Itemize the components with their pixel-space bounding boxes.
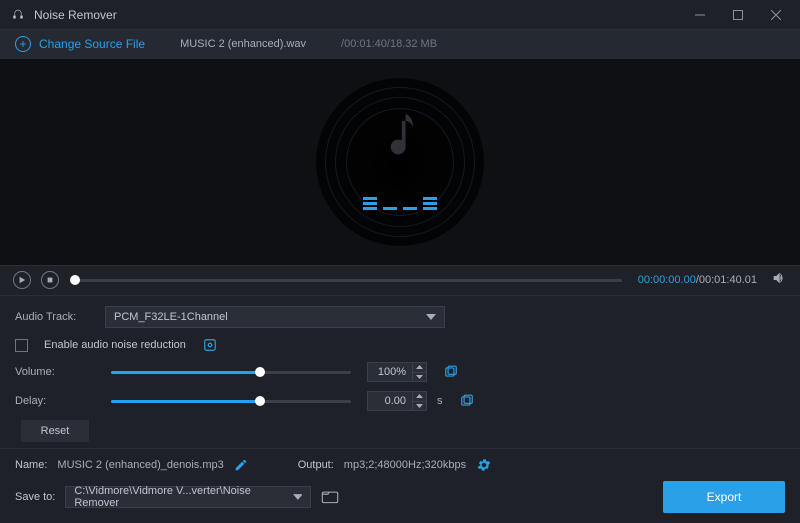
noise-reduction-label: Enable audio noise reduction: [44, 339, 186, 351]
saveto-value: C:\Vidmore\Vidmore V...verter\Noise Remo…: [74, 485, 292, 509]
volume-up-icon[interactable]: [413, 362, 426, 373]
reset-button[interactable]: Reset: [21, 420, 89, 442]
delay-spinner[interactable]: 0.00: [367, 391, 427, 411]
titlebar: Noise Remover: [0, 0, 800, 30]
progress-slider[interactable]: [75, 279, 622, 282]
source-info: /00:01:40/18.32 MB: [341, 38, 437, 50]
export-button[interactable]: Export: [663, 481, 785, 513]
app-title: Noise Remover: [34, 8, 681, 22]
volume-spinner[interactable]: 100%: [367, 362, 427, 382]
volume-slider[interactable]: [111, 371, 351, 374]
volume-label: Volume:: [15, 366, 95, 378]
delay-value: 0.00: [368, 395, 412, 407]
app-logo-icon: [10, 7, 26, 23]
delay-down-icon[interactable]: [413, 402, 426, 412]
output-label: Output:: [298, 459, 334, 471]
source-filename: MUSIC 2 (enhanced).wav: [180, 38, 306, 50]
maximize-button[interactable]: [719, 0, 757, 30]
saveto-select[interactable]: C:\Vidmore\Vidmore V...verter\Noise Remo…: [65, 486, 311, 508]
plus-icon: +: [15, 36, 31, 52]
source-bar: + Change Source File MUSIC 2 (enhanced).…: [0, 30, 800, 59]
name-label: Name:: [15, 459, 47, 471]
chevron-down-icon: [426, 314, 436, 320]
playback-bar: 00:00:00.00/00:01:40.01: [0, 265, 800, 295]
audio-track-select[interactable]: PCM_F32LE-1Channel: [105, 306, 445, 328]
vinyl-graphic: [316, 78, 484, 246]
open-folder-icon[interactable]: [321, 490, 339, 504]
edit-name-icon[interactable]: [234, 458, 248, 472]
delay-label: Delay:: [15, 395, 95, 407]
music-note-icon: [381, 110, 419, 162]
delay-unit: s: [437, 395, 443, 407]
volume-down-icon[interactable]: [413, 373, 426, 383]
saveto-label: Save to:: [15, 491, 55, 503]
close-button[interactable]: [757, 0, 795, 30]
volume-icon[interactable]: [771, 270, 787, 291]
change-source-label: Change Source File: [39, 37, 145, 51]
equalizer-icon: [363, 197, 437, 210]
noise-reduction-settings-icon[interactable]: [202, 337, 218, 353]
output-settings-icon[interactable]: [476, 457, 492, 473]
settings-panel: Audio Track: PCM_F32LE-1Channel Enable a…: [0, 295, 800, 448]
minimize-button[interactable]: [681, 0, 719, 30]
time-total: /00:01:40.01: [696, 274, 757, 286]
audio-track-value: PCM_F32LE-1Channel: [114, 311, 228, 323]
noise-reduction-checkbox[interactable]: [15, 339, 28, 352]
delay-sync-icon[interactable]: [459, 393, 475, 409]
audio-track-label: Audio Track:: [15, 311, 95, 323]
app-window: Noise Remover + Change Source File MUSIC…: [0, 0, 800, 523]
volume-sync-icon[interactable]: [443, 364, 459, 380]
change-source-button[interactable]: + Change Source File: [15, 36, 145, 52]
volume-value: 100%: [368, 366, 412, 378]
time-display: 00:00:00.00/00:01:40.01: [638, 274, 757, 286]
delay-slider[interactable]: [111, 400, 351, 403]
preview-area: [0, 59, 800, 265]
name-value: MUSIC 2 (enhanced)_denois.mp3: [57, 459, 223, 471]
delay-up-icon[interactable]: [413, 391, 426, 402]
chevron-down-icon: [293, 494, 303, 500]
play-button[interactable]: [13, 271, 31, 289]
output-value: mp3;2;48000Hz;320kbps: [344, 459, 466, 471]
output-panel: Name: MUSIC 2 (enhanced)_denois.mp3 Outp…: [0, 448, 800, 523]
stop-button[interactable]: [41, 271, 59, 289]
time-current: 00:00:00.00: [638, 274, 696, 286]
